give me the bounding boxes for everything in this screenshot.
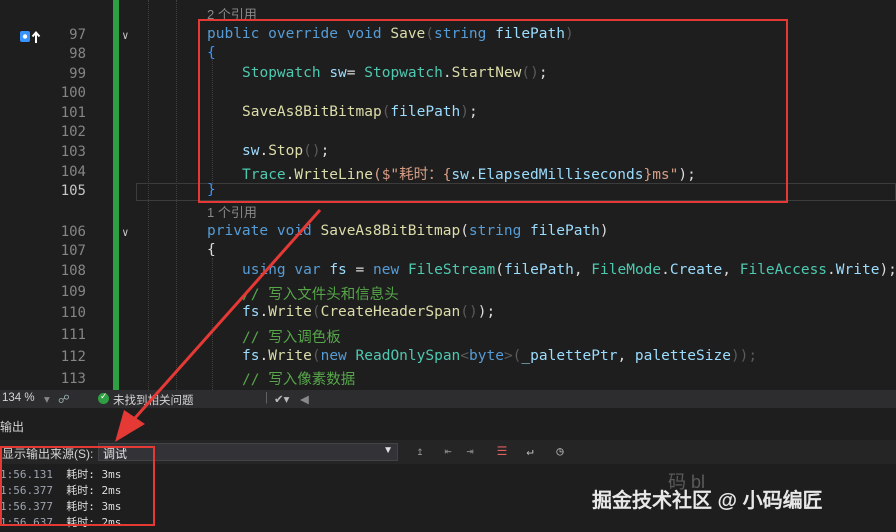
code-token: )); <box>730 348 758 364</box>
codelens-references[interactable]: 1 个引用 <box>207 202 257 221</box>
change-tracking-bar <box>113 0 119 390</box>
scroll-left-icon[interactable]: ◀ <box>300 392 309 406</box>
editor-status-bar: 134 % ▾ ☍ ✓ 未找到相关问题 | ✔▾ ◀ <box>0 390 896 408</box>
code-token: , <box>722 262 740 278</box>
code-token: FileAccess <box>739 262 828 278</box>
find-message-icon[interactable]: ↥ <box>412 443 428 459</box>
code-token: ); <box>477 304 496 320</box>
code-token: FileStream <box>407 262 496 278</box>
code-token: ( <box>460 223 469 239</box>
line-number: 102 <box>60 124 86 140</box>
word-wrap-icon[interactable]: ↵ <box>522 443 538 459</box>
code-token: = <box>355 262 373 278</box>
code-token: filePath <box>530 223 600 239</box>
code-token: ( <box>311 304 321 320</box>
code-token: Write <box>835 262 880 278</box>
code-token: new <box>373 262 400 278</box>
code-token: () <box>460 304 478 320</box>
code-token: void <box>276 223 312 239</box>
code-token: ( <box>495 262 504 278</box>
line-number: 110 <box>60 305 86 321</box>
code-token: . <box>259 304 269 320</box>
output-panel-title: 输出 <box>0 420 25 434</box>
code-line-107: { <box>207 242 216 258</box>
code-token: { <box>207 242 216 258</box>
line-number-current: 105 <box>60 183 86 199</box>
line-number: 108 <box>60 263 86 279</box>
fold-chevron-icon[interactable]: ∨ <box>122 29 129 42</box>
zoom-dropdown-chevron-icon[interactable]: ▾ <box>44 392 50 406</box>
code-line-113: // 写入像素数据 <box>242 372 356 388</box>
line-number: 104 <box>60 164 86 180</box>
line-number: 109 <box>60 284 86 300</box>
code-line-108: using var fs = new FileStream(filePath, … <box>242 262 896 278</box>
code-token: Write <box>268 348 312 364</box>
line-number: 100 <box>60 85 86 101</box>
indent-guide <box>212 258 213 390</box>
intellicode-icon[interactable]: ☍ <box>58 392 70 406</box>
code-token: filePath <box>503 262 574 278</box>
code-token: . <box>827 262 836 278</box>
code-line-112: fs.Write(new ReadOnlySpan<byte>(_palette… <box>242 348 757 364</box>
line-number: 112 <box>60 349 86 365</box>
line-number: 101 <box>60 105 86 121</box>
clear-all-icon[interactable]: ☰ <box>494 443 510 459</box>
code-token: new <box>320 348 347 364</box>
timestamp-clock-icon[interactable]: ◷ <box>552 443 568 459</box>
code-token: FileMode <box>591 262 662 278</box>
code-line-106: private void SaveAs8BitBitmap(string fil… <box>207 223 609 239</box>
line-number: 111 <box>60 327 86 343</box>
code-token: >( <box>503 348 522 364</box>
code-token: Write <box>268 304 312 320</box>
line-number: 106 <box>60 224 86 240</box>
code-token: ); <box>879 262 896 278</box>
code-token: byte <box>469 348 504 364</box>
issues-status[interactable]: 未找到相关问题 <box>113 392 194 408</box>
code-cleanup-brush-icon[interactable]: ✔▾ <box>274 392 289 406</box>
line-number: 113 <box>60 371 86 387</box>
watermark: 掘金技术社区 @ 小码编匠 <box>592 490 823 512</box>
code-token: CreateHeaderSpan <box>320 304 461 320</box>
code-token: fs <box>329 262 347 278</box>
override-marker-icon[interactable] <box>20 30 42 44</box>
code-token: , <box>617 348 635 364</box>
code-token: Create <box>669 262 723 278</box>
next-message-icon[interactable]: ⇥ <box>462 443 478 459</box>
line-number: 97 <box>69 27 86 43</box>
code-token: , <box>573 262 592 278</box>
annotation-highlight-box <box>198 19 788 203</box>
code-token: . <box>661 262 670 278</box>
code-token: ReadOnlySpan <box>355 348 461 364</box>
line-number: 99 <box>69 66 86 82</box>
line-number: 98 <box>69 46 86 62</box>
code-token: fs <box>242 348 260 364</box>
line-number: 107 <box>60 243 86 259</box>
fold-chevron-icon[interactable]: ∨ <box>122 226 129 239</box>
code-token: var <box>294 262 321 278</box>
code-token: string <box>468 223 522 239</box>
code-token: private <box>207 223 269 239</box>
code-line-110: fs.Write(CreateHeaderSpan()); <box>242 304 495 320</box>
code-token: ( <box>311 348 321 364</box>
dropdown-chevron-icon: ▼ <box>383 445 393 456</box>
code-token: using <box>242 262 286 278</box>
check-mark-glyph-icon: ✓ <box>100 391 108 401</box>
code-editor[interactable]: 97 98 99 100 101 102 103 104 105 106 107… <box>0 0 896 390</box>
code-token: _palettePtr <box>521 348 618 364</box>
code-token: ) <box>599 223 609 239</box>
code-token: . <box>259 348 269 364</box>
annotation-output-box <box>0 446 155 526</box>
code-line-111: // 写入调色板 <box>242 330 341 346</box>
divider: | <box>265 392 268 404</box>
line-number: 103 <box>60 144 86 160</box>
code-token: paletteSize <box>634 348 731 364</box>
previous-message-icon[interactable]: ⇤ <box>440 443 456 459</box>
code-line-109: // 写入文件头和信息头 <box>242 287 399 303</box>
code-token: fs <box>242 304 260 320</box>
code-token: SaveAs8BitBitmap <box>320 223 461 239</box>
code-token: < <box>460 348 470 364</box>
zoom-level[interactable]: 134 % <box>2 392 35 404</box>
